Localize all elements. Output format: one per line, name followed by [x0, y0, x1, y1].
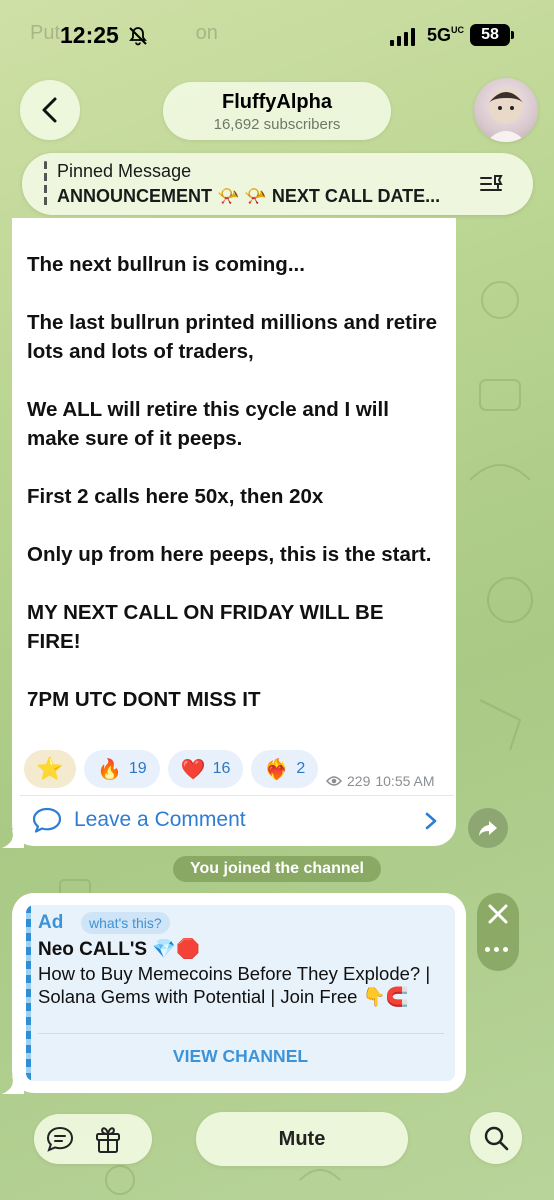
- search-button[interactable]: [470, 1112, 522, 1164]
- pinned-text: ANNOUNCEMENT 📯 📯 NEXT CALL DATE...: [57, 186, 441, 206]
- share-arrow-icon: [479, 821, 497, 836]
- message-paragraph: The last bullrun printed millions and re…: [27, 311, 438, 363]
- reaction-star[interactable]: ⭐: [24, 750, 76, 788]
- pinned-indicator: [44, 161, 47, 207]
- discussion-icon[interactable]: [46, 1126, 74, 1152]
- reaction-count: 16: [212, 760, 231, 777]
- chevron-right-icon[interactable]: [424, 811, 438, 831]
- message-tail: [2, 830, 24, 848]
- ad-label: Ad: [38, 912, 64, 933]
- comment-bubble-icon: [32, 807, 62, 833]
- more-icon[interactable]: [485, 947, 508, 952]
- pinned-list-icon[interactable]: [479, 172, 505, 196]
- reaction-count: 2: [296, 760, 306, 777]
- battery-icon: 58: [470, 24, 514, 46]
- ad-actions: [477, 893, 519, 971]
- ad-body: How to Buy Memecoins Before They Explode…: [38, 963, 431, 1007]
- channel-avatar[interactable]: [474, 78, 538, 142]
- channel-name: FluffyAlpha: [222, 91, 332, 113]
- view-channel-button[interactable]: VIEW CHANNEL: [26, 1046, 455, 1067]
- close-icon[interactable]: [485, 901, 511, 927]
- pinned-message-bar[interactable]: Pinned Message ANNOUNCEMENT 📯 📯 NEXT CAL…: [22, 153, 533, 215]
- mute-button[interactable]: Mute: [196, 1112, 408, 1166]
- gift-icon[interactable]: [94, 1124, 122, 1154]
- view-count: 229: [347, 773, 371, 789]
- ad-divider: [38, 1033, 444, 1034]
- message-text: The next bullrun is coming... The last b…: [27, 250, 442, 743]
- search-icon: [484, 1126, 509, 1151]
- reaction-heart[interactable]: ❤️ 16: [167, 750, 244, 788]
- bottom-actions: [34, 1114, 152, 1164]
- ad-tail: [2, 1076, 24, 1094]
- prev-message-ghost: Put on: [30, 22, 218, 44]
- reaction-fire[interactable]: 🔥 19: [84, 750, 160, 788]
- share-button[interactable]: [468, 808, 508, 848]
- signal-icon: [390, 28, 415, 46]
- back-button[interactable]: [20, 80, 80, 140]
- reactions-row: ⭐ 🔥 19 ❤️ 16 ❤️‍🔥 2: [24, 750, 319, 788]
- pinned-title: Pinned Message: [57, 161, 192, 181]
- message-paragraph: The next bullrun is coming...: [27, 253, 305, 276]
- ad-content[interactable]: Ad what's this? Neo CALL'S 💎🛑 How to Buy…: [26, 905, 455, 1081]
- eye-icon: [326, 776, 342, 786]
- message-paragraph: Only up from here peeps, this is the sta…: [27, 543, 432, 566]
- comment-divider: [20, 795, 454, 796]
- network-label: 5GUC: [427, 25, 465, 45]
- message-meta: 229 10:55 AM: [326, 773, 435, 789]
- ad-title: Neo CALL'S 💎🛑: [38, 939, 200, 960]
- reaction-count: 19: [128, 760, 147, 777]
- whats-this-button[interactable]: what's this?: [81, 912, 170, 934]
- message-time: 10:55 AM: [375, 773, 435, 789]
- status-bar: Put on 12:25 5GUC 58: [0, 0, 554, 70]
- leave-comment-button[interactable]: Leave a Comment: [32, 805, 246, 835]
- message-paragraph: MY NEXT CALL ON FRIDAY WILL BE FIRE!: [27, 601, 384, 653]
- bell-muted-icon: [129, 27, 147, 46]
- subscriber-count: 16,692 subscribers: [213, 116, 341, 133]
- status-time: 12:25: [60, 22, 119, 48]
- reaction-heart-fire[interactable]: ❤️‍🔥 2: [251, 750, 319, 788]
- channel-header[interactable]: FluffyAlpha 16,692 subscribers: [163, 82, 391, 140]
- chevron-left-icon: [42, 97, 57, 123]
- service-message: You joined the channel: [173, 856, 381, 882]
- comment-label: Leave a Comment: [74, 808, 246, 831]
- avatar-image: [486, 88, 526, 142]
- message-paragraph: First 2 calls here 50x, then 20x: [27, 485, 324, 508]
- message-paragraph: 7PM UTC DONT MISS IT: [27, 688, 261, 711]
- message-paragraph: We ALL will retire this cycle and I will…: [27, 398, 389, 450]
